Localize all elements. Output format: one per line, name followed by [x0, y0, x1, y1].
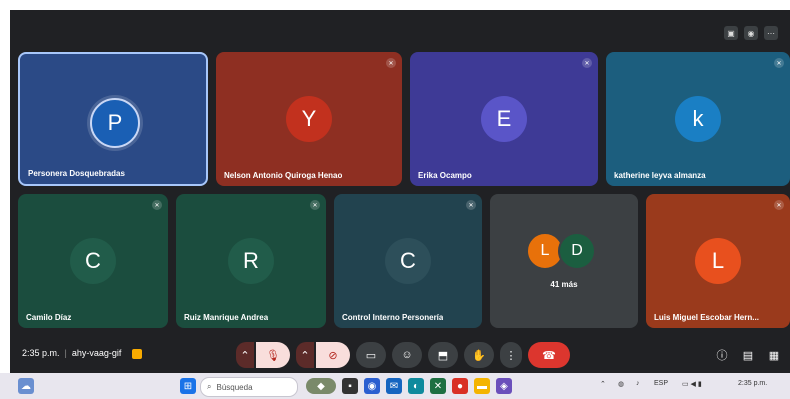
participant-name: Ruiz Manrique Andrea [184, 313, 269, 322]
participant-name: Camilo Díaz [26, 313, 72, 322]
captions-button[interactable]: ▭ [356, 342, 386, 368]
mic-off-icon: ✕ [582, 58, 592, 68]
participant-tile[interactable]: E Erika Ocampo ✕ [410, 52, 598, 186]
activities-icon[interactable]: ▦ [766, 347, 782, 363]
edge-icon[interactable]: ◐ [408, 378, 424, 394]
mic-off-icon: ✕ [386, 58, 396, 68]
meet-window: ▣ ◉ ⋯ P Personera Dosquebradas Y Nelson … [10, 10, 790, 373]
chrome-icon[interactable]: ● [452, 378, 468, 394]
taskbar-clock[interactable]: 2:35 p.m. [738, 380, 767, 387]
notice-icon[interactable] [131, 348, 142, 359]
mic-off-icon: ✕ [152, 200, 162, 210]
participant-avatar: E [481, 96, 527, 142]
meeting-code[interactable]: ahy-vaag-gif [72, 348, 122, 358]
task-view-icon[interactable]: ▪ [342, 378, 358, 394]
more-options-button[interactable]: ⋮ [500, 342, 522, 368]
layout-icon[interactable]: ▣ [724, 26, 738, 40]
network-volume-icons[interactable]: ▭ ◀ ▮ [682, 380, 702, 388]
mic-off-icon: ✕ [466, 200, 476, 210]
participant-name: Nelson Antonio Quiroga Henao [224, 171, 343, 180]
tray-volume-small-icon[interactable]: ♪ [636, 380, 640, 387]
others-avatar-2: D [558, 232, 596, 270]
others-count-label: 41 más [550, 280, 578, 289]
meeting-time: 2:35 p.m. [22, 348, 60, 358]
participant-avatar: L [695, 238, 741, 284]
widgets-icon[interactable]: ☁ [18, 378, 34, 394]
participant-avatar: R [228, 238, 274, 284]
emoji-button[interactable]: ☺ [392, 342, 422, 368]
leave-call-button[interactable]: ☎ [528, 342, 570, 368]
mic-off-icon: ✕ [310, 200, 320, 210]
info-icon[interactable]: ⓘ [714, 347, 730, 363]
mic-off-icon: ✕ [774, 58, 784, 68]
participant-name: katherine leyva almanza [614, 171, 706, 180]
call-controls-bar: 2:35 p.m. | ahy-vaag-gif ⌃ 🎙 ⌃ ⊘ ▭ ☺ ⬒ ✋ ⋮… [10, 337, 790, 373]
store-icon[interactable]: ◈ [496, 378, 512, 394]
participant-tile[interactable]: R Ruiz Manrique Andrea ✕ [176, 194, 326, 328]
participant-tile[interactable]: L Luis Miguel Escobar Hern... ✕ [646, 194, 790, 328]
self-view-icon[interactable]: ◉ [744, 26, 758, 40]
mail-icon[interactable]: ✉ [386, 378, 402, 394]
participant-name: Erika Ocampo [418, 171, 472, 180]
search-placeholder: Búsqueda [216, 382, 253, 392]
raise-hand-button[interactable]: ✋ [464, 342, 494, 368]
participant-avatar: Y [286, 96, 332, 142]
chat-icon[interactable]: ▤ [740, 347, 756, 363]
windows-taskbar: ☁ ⊞ ⌕ Búsqueda ◆ ▪ ◉ ✉ ◐ ✕ ● ▬ ◈ ⌃ ◍ ♪ E… [0, 373, 790, 399]
participant-name: Luis Miguel Escobar Hern... [654, 313, 759, 322]
meeting-info: 2:35 p.m. | ahy-vaag-gif [22, 348, 142, 359]
copilot-icon[interactable]: ◆ [306, 378, 336, 394]
participant-tile[interactable]: C Camilo Díaz ✕ [18, 194, 168, 328]
camera-toggle-button[interactable]: ⊘ [316, 342, 350, 368]
top-right-controls: ▣ ◉ ⋯ [724, 26, 778, 40]
participant-name: Control Interno Personería [342, 313, 444, 322]
participant-tile[interactable]: k katherine leyva almanza ✕ [606, 52, 790, 186]
participant-tile[interactable]: P Personera Dosquebradas [18, 52, 208, 186]
taskbar-search[interactable]: ⌕ Búsqueda [200, 377, 298, 397]
participant-tile[interactable]: C Control Interno Personería ✕ [334, 194, 482, 328]
excel-icon[interactable]: ✕ [430, 378, 446, 394]
others-tile[interactable]: L D 41 más [490, 194, 638, 328]
tray-overflow-icon[interactable]: ⌃ [600, 380, 606, 388]
mic-options-button[interactable]: ⌃ [236, 342, 254, 368]
more-top-icon[interactable]: ⋯ [764, 26, 778, 40]
participant-tile[interactable]: Y Nelson Antonio Quiroga Henao ✕ [216, 52, 402, 186]
participant-avatar: k [675, 96, 721, 142]
participant-avatar: C [385, 238, 431, 284]
camera-options-button[interactable]: ⌃ [296, 342, 314, 368]
tray-app-icon[interactable]: ◍ [618, 380, 624, 388]
file-explorer-icon[interactable]: ▬ [474, 378, 490, 394]
participant-avatar: P [90, 98, 140, 148]
participant-name: Personera Dosquebradas [28, 169, 125, 178]
language-indicator[interactable]: ESP [654, 380, 668, 387]
participant-avatar: C [70, 238, 116, 284]
mic-off-icon: ✕ [774, 200, 784, 210]
chat-app-icon[interactable]: ◉ [364, 378, 380, 394]
mic-toggle-button[interactable]: 🎙 [256, 342, 290, 368]
present-button[interactable]: ⬒ [428, 342, 458, 368]
search-icon: ⌕ [207, 382, 212, 391]
start-icon[interactable]: ⊞ [180, 378, 196, 394]
